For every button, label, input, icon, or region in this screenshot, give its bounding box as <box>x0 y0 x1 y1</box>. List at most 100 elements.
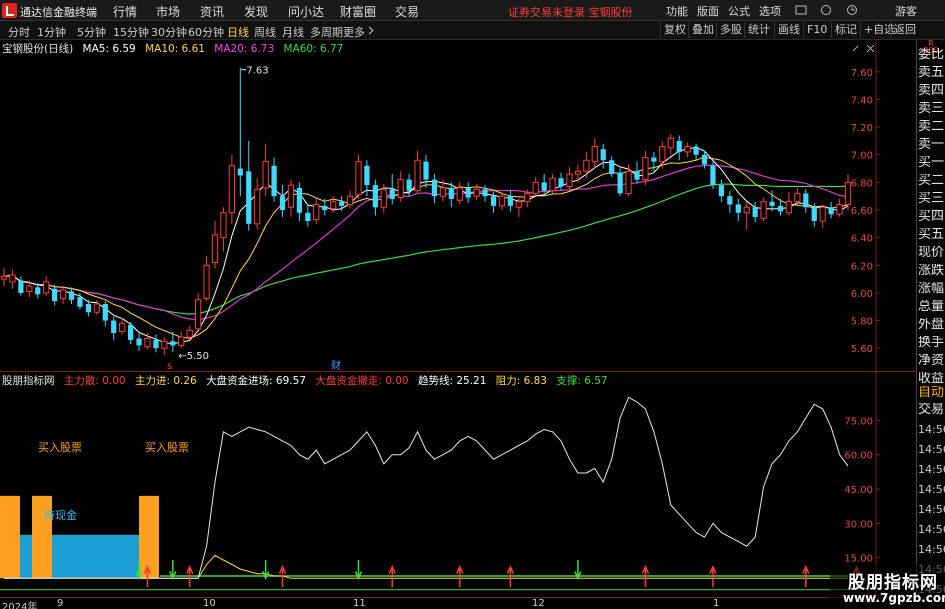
side-item-15[interactable]: 外盘 <box>918 318 945 332</box>
period-60min[interactable]: 60分钟 <box>188 24 224 40</box>
side-item-9[interactable]: 买四 <box>918 210 945 224</box>
candle-body <box>59 289 67 299</box>
candle-body <box>254 188 261 225</box>
mark-button[interactable]: 标记 <box>831 22 860 38</box>
skin-icon[interactable] <box>795 4 807 16</box>
side-item-8[interactable]: 买三 <box>918 192 945 206</box>
side-item-11[interactable]: 现价 <box>918 246 945 260</box>
menu-item-trade[interactable]: 交易 <box>395 3 419 20</box>
date-label-jan: 1 <box>713 598 720 609</box>
candle-body <box>465 187 471 198</box>
candle-body <box>541 182 547 191</box>
multi-stock-button[interactable]: 多股 <box>716 22 745 38</box>
period-monthly[interactable]: 月线 <box>282 24 304 40</box>
tick-time-4: 14:56 <box>918 503 945 516</box>
menu-item-news[interactable]: 资讯 <box>200 3 224 20</box>
period-more[interactable]: 更多 <box>343 24 365 40</box>
buy-arrow-icon <box>185 564 194 588</box>
candle-body <box>406 179 412 191</box>
price-tick-label: 7.00 <box>851 151 873 162</box>
menu-button-functions[interactable]: 功能 <box>666 3 688 19</box>
indicator-canvas[interactable]: 75.00 60.00 45.00 30.00 15.00 <box>0 372 916 598</box>
side-item-6[interactable]: 买一 <box>918 156 945 170</box>
candle-body <box>642 156 649 181</box>
ma20-label: MA20: 6.73 <box>214 43 275 55</box>
message-icon[interactable] <box>820 4 832 16</box>
period-5min[interactable]: 5分钟 <box>77 24 106 40</box>
side-item-17[interactable]: 净资 <box>918 354 945 368</box>
side-item-3[interactable]: 卖三 <box>918 102 945 116</box>
tick-time-6: 14:56 <box>918 543 945 556</box>
side-item-7[interactable]: 买二 <box>918 174 945 188</box>
side-item-1[interactable]: 卖五 <box>918 66 945 80</box>
indicator-tick-label: 60.00 <box>844 451 873 462</box>
candle-body <box>279 196 286 210</box>
menu-item-discover[interactable]: 发现 <box>244 3 268 20</box>
side-item-16[interactable]: 换手 <box>918 336 945 350</box>
user-label[interactable]: 游客 <box>895 3 917 19</box>
price-chart-pane[interactable]: 7.60 7.40 7.20 7.00 6.80 6.60 6.40 6.20 6.00 5.80… <box>0 40 916 371</box>
help-icon[interactable] <box>846 4 858 16</box>
candle-body <box>246 171 252 224</box>
period-multi[interactable]: 多周期 <box>310 24 343 40</box>
period-30min[interactable]: 30分钟 <box>151 24 187 40</box>
chevron-right-icon[interactable] <box>367 26 375 35</box>
side-item-10[interactable]: 买五 <box>918 228 945 242</box>
adjust-button[interactable]: 复权 <box>660 22 689 38</box>
tick-time-5: 14:56 <box>918 523 945 536</box>
period-daily[interactable]: 日线 <box>227 24 249 40</box>
candle-body <box>228 165 235 214</box>
pane-controls[interactable] <box>850 43 880 54</box>
candle-body <box>574 170 582 175</box>
candle-body <box>372 185 378 208</box>
date-label-oct: 10 <box>203 598 216 609</box>
candle-body <box>659 145 666 163</box>
indicator-tick-label: 15.00 <box>844 554 873 565</box>
stock-label[interactable]: 宝钢股份(日线) <box>2 43 73 55</box>
menu-button-formula[interactable]: 公式 <box>728 3 750 19</box>
menu-item-ask[interactable]: 问小达 <box>288 3 324 20</box>
candle-body <box>828 207 834 215</box>
draw-line-button[interactable]: 画线 <box>774 22 803 38</box>
side-item-13[interactable]: 涨幅 <box>918 282 945 296</box>
stats-button[interactable]: 统计 <box>744 22 773 38</box>
buy-arrow-icon <box>709 564 717 588</box>
candle-body <box>186 329 193 338</box>
side-item-14[interactable]: 总量 <box>918 300 945 314</box>
menu-button-options[interactable]: 选项 <box>759 3 781 19</box>
period-15min[interactable]: 15分钟 <box>113 24 149 40</box>
app-logo-icon <box>2 3 17 18</box>
candle-body <box>600 149 606 161</box>
indicator-title[interactable]: 股朋指标网 <box>2 375 55 387</box>
low-price-label: ←5.50 <box>178 351 209 362</box>
candle-body <box>651 157 657 162</box>
side-item-18[interactable]: 收益 <box>918 372 945 386</box>
candle-body <box>389 189 395 199</box>
menu-button-layout[interactable]: 版面 <box>697 3 719 19</box>
menu-item-market[interactable]: 市场 <box>156 3 180 20</box>
candle-body <box>102 303 108 321</box>
back-button[interactable]: 返回 <box>890 22 919 38</box>
side-item-4[interactable]: 卖二 <box>918 120 945 134</box>
period-intraday[interactable]: 分时 <box>8 24 30 40</box>
candle-body <box>785 201 793 214</box>
menu-item-quotes[interactable]: 行情 <box>113 3 137 20</box>
period-weekly[interactable]: 周线 <box>254 24 276 40</box>
side-item-5[interactable]: 卖一 <box>918 138 945 152</box>
side-tab-0[interactable]: 自动 <box>918 386 945 400</box>
candle-body <box>634 171 640 180</box>
ma60-line <box>3 183 849 315</box>
period-1min[interactable]: 1分钟 <box>37 24 66 40</box>
side-item-2[interactable]: 卖四 <box>918 84 945 98</box>
indicator-pane[interactable]: 75.00 60.00 45.00 30.00 15.00 股朋指标网 主力散: 0.0… <box>0 371 916 598</box>
overlay-button[interactable]: 叠加 <box>688 22 717 38</box>
price-chart-canvas[interactable]: 7.60 7.40 7.20 7.00 6.80 6.60 6.40 6.20 6.00 5.80… <box>0 40 916 371</box>
side-item-12[interactable]: 涨跌 <box>918 264 945 278</box>
candle-body <box>330 201 337 210</box>
side-tab-1[interactable]: 交易 <box>918 403 945 417</box>
login-notice[interactable]: 证券交易未登录 宝钢股份 <box>508 4 633 20</box>
f10-button[interactable]: F10 <box>803 22 830 38</box>
side-item-0[interactable]: 委比 <box>918 48 945 62</box>
candle-body <box>305 212 311 222</box>
menu-item-wealth[interactable]: 财富圈 <box>340 3 376 20</box>
